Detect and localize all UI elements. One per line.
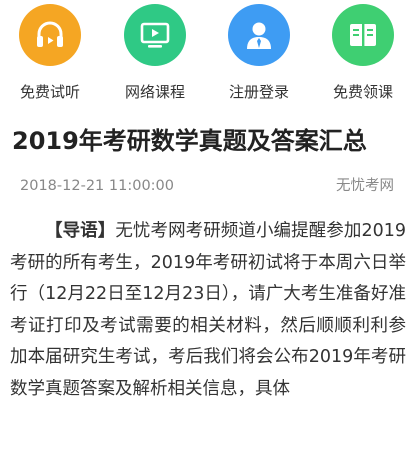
book-icon — [350, 24, 376, 46]
nav-icon-circle — [228, 4, 290, 66]
article-title: 2019年考研数学真题及答案汇总 — [12, 127, 367, 155]
nav-free-trial[interactable]: 免费试听 — [5, 0, 95, 112]
nav-label: 免费试听 — [19, 83, 80, 101]
nav-label: 免费领课 — [332, 83, 393, 101]
publish-date: 2018-12-21 11:00:00 — [20, 178, 174, 194]
article-meta: 2018-12-21 11:00:00 无忧考网 — [0, 174, 411, 198]
nav-icon-circle — [332, 4, 394, 66]
article-page: 免费试听 网络课程 注册登录 免费领课 2019年考研数学真题及答案汇总 201… — [0, 0, 411, 459]
nav-icon-circle — [19, 4, 81, 66]
article-source[interactable]: 无忧考网 — [336, 174, 394, 198]
quick-entry-row: 免费试听 网络课程 注册登录 免费领课 — [0, 0, 411, 112]
nav-icon-circle — [124, 4, 186, 66]
user-icon — [247, 22, 271, 49]
video-screen-icon — [140, 22, 170, 48]
nav-free-course[interactable]: 免费领课 — [318, 0, 408, 112]
lead-tag: 【导语】 — [45, 221, 116, 241]
nav-register-login[interactable]: 注册登录 — [214, 0, 304, 112]
nav-label: 注册登录 — [228, 83, 289, 101]
body-text: 无忧考网考研频道小编提醒参加2019考研的所有考生，2019年考研初试将于本周六… — [10, 221, 406, 399]
article-body: 【导语】无忧考网考研频道小编提醒参加2019考研的所有考生，2019年考研初试将… — [10, 216, 406, 405]
nav-label: 网络课程 — [124, 83, 185, 101]
headphones-icon — [37, 21, 63, 47]
nav-online-course[interactable]: 网络课程 — [110, 0, 200, 112]
